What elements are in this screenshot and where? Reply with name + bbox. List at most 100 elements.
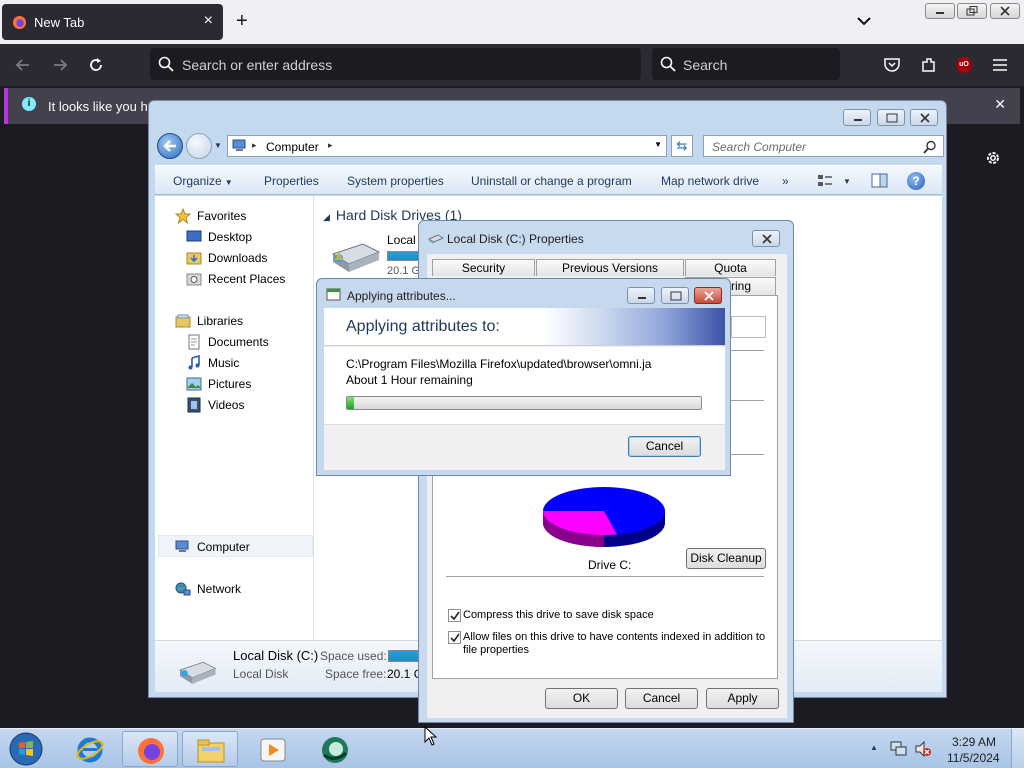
- chevron-down-icon: ▼: [224, 178, 233, 187]
- cancel-button[interactable]: Cancel: [625, 688, 698, 709]
- drive-label-input[interactable]: [731, 316, 766, 338]
- app-icon: [322, 737, 348, 763]
- extensions-icon[interactable]: [920, 56, 938, 74]
- recent-pages-dropdown-icon[interactable]: ▼: [214, 141, 222, 150]
- forward-icon[interactable]: [51, 56, 69, 74]
- minimize-icon: [638, 297, 647, 299]
- applying-minimize-button[interactable]: [627, 287, 656, 304]
- firefox-icon: [138, 738, 164, 764]
- refresh-button[interactable]: ⇆: [671, 135, 693, 157]
- view-options-dropdown-icon[interactable]: ▼: [843, 177, 851, 186]
- restore-button[interactable]: [957, 3, 987, 19]
- system-properties-command[interactable]: System properties: [347, 174, 444, 188]
- applying-body: Applying attributes to: C:\Program Files…: [324, 308, 725, 470]
- taskbar-firefox[interactable]: [122, 731, 178, 767]
- applying-close-button[interactable]: [694, 287, 722, 304]
- applying-maximize-button[interactable]: [660, 287, 689, 304]
- search-bar[interactable]: Search: [652, 48, 840, 80]
- show-desktop-button[interactable]: [1011, 729, 1024, 768]
- help-icon[interactable]: ?: [907, 172, 925, 190]
- explorer-address-bar[interactable]: ▸ Computer ▸ ▼: [227, 135, 667, 157]
- explorer-search-input[interactable]: Search Computer: [703, 135, 944, 157]
- hard-drive-icon: [179, 661, 217, 684]
- restore-icon: [966, 6, 978, 16]
- disk-usage-pie-chart: [542, 487, 665, 547]
- address-bar[interactable]: Search or enter address: [150, 48, 641, 80]
- clock-date[interactable]: 11/5/2024: [947, 751, 1000, 765]
- drive-label: Drive C:: [588, 558, 632, 572]
- explorer-close-button[interactable]: [910, 109, 938, 126]
- map-network-drive-command[interactable]: Map network drive: [661, 174, 759, 188]
- media-player-icon: [260, 738, 286, 762]
- computer-icon: [232, 139, 246, 151]
- checkmark-icon: [450, 611, 460, 621]
- restore-icon: [886, 113, 898, 123]
- tab-previous-versions[interactable]: Previous Versions: [536, 259, 684, 276]
- folder-icon: [197, 739, 225, 763]
- tab-quota[interactable]: Quota: [685, 259, 776, 276]
- details-drive-name: Local Disk (C:): [233, 648, 319, 663]
- reload-icon[interactable]: [87, 56, 105, 74]
- clock-time[interactable]: 3:29 AM: [952, 735, 996, 749]
- settings-gear-icon[interactable]: [984, 149, 1002, 167]
- taskbar-explorer[interactable]: [182, 731, 238, 767]
- search-icon: [923, 140, 936, 154]
- minimize-button[interactable]: [925, 3, 955, 19]
- downloads-folder-icon: [186, 252, 202, 265]
- taskbar-media-player[interactable]: [245, 731, 301, 767]
- preview-pane-icon[interactable]: [871, 173, 889, 189]
- drive-name[interactable]: Local: [387, 233, 416, 247]
- apply-button[interactable]: Apply: [706, 688, 779, 709]
- maximize-icon: [670, 291, 682, 301]
- properties-title: Local Disk (C:) Properties: [447, 232, 584, 246]
- info-icon: i: [22, 97, 36, 111]
- organize-menu[interactable]: Organize ▼: [173, 174, 233, 188]
- cancel-apply-button[interactable]: Cancel: [628, 436, 701, 457]
- tab-close-icon[interactable]: ×: [204, 12, 213, 30]
- more-commands-chevron[interactable]: »: [782, 174, 789, 188]
- hard-drive-icon[interactable]: [329, 232, 381, 276]
- index-label: Allow files on this drive to have conten…: [463, 631, 766, 656]
- close-window-button[interactable]: [990, 3, 1020, 19]
- volume-muted-icon[interactable]: [914, 741, 932, 757]
- list-all-tabs-icon[interactable]: [855, 12, 873, 30]
- menu-icon[interactable]: [991, 56, 1009, 74]
- compress-checkbox[interactable]: [448, 609, 461, 622]
- show-hidden-icons-icon[interactable]: ▲: [870, 743, 878, 752]
- breadcrumb-computer[interactable]: Computer: [266, 140, 319, 154]
- index-checkbox[interactable]: [448, 631, 461, 644]
- properties-command[interactable]: Properties: [264, 174, 319, 188]
- divider: [446, 576, 764, 577]
- ok-button[interactable]: OK: [545, 688, 618, 709]
- disk-cleanup-button[interactable]: Disk Cleanup: [686, 548, 766, 569]
- applying-caption-buttons: [625, 287, 722, 307]
- explorer-minimize-button[interactable]: [843, 109, 872, 126]
- space-used-label: Space used:: [320, 649, 387, 663]
- notification-close-icon[interactable]: ✕: [994, 96, 1006, 113]
- taskbar-ie[interactable]: [62, 731, 118, 767]
- explorer-back-button[interactable]: [157, 133, 183, 159]
- address-dropdown-icon[interactable]: ▼: [654, 140, 662, 149]
- start-orb-icon[interactable]: [7, 731, 45, 767]
- explorer-forward-button[interactable]: [186, 133, 212, 159]
- tab-new-tab[interactable]: New Tab ×: [2, 4, 223, 40]
- ublock-icon[interactable]: uO: [956, 57, 972, 73]
- breadcrumb-arrow-icon[interactable]: ▸: [328, 140, 333, 151]
- pocket-icon[interactable]: [883, 56, 901, 74]
- tab-security[interactable]: Security: [432, 259, 535, 276]
- documents-icon: [188, 334, 200, 350]
- explorer-maximize-button[interactable]: [876, 109, 905, 126]
- change-view-icon[interactable]: [817, 173, 833, 189]
- applying-attributes-dialog: Applying attributes... Applying attribut…: [316, 278, 731, 476]
- breadcrumb-arrow-icon[interactable]: ▸: [252, 140, 257, 151]
- back-icon[interactable]: [14, 56, 32, 74]
- taskbar: ▲ 3:29 AM 11/5/2024: [0, 728, 1024, 768]
- collapse-triangle-icon[interactable]: ◢: [323, 212, 330, 222]
- new-tab-button[interactable]: +: [236, 10, 248, 32]
- taskbar-app[interactable]: [307, 731, 363, 767]
- sidebar-item-label: Pictures: [208, 377, 252, 391]
- uninstall-program-command[interactable]: Uninstall or change a program: [471, 174, 632, 188]
- network-tray-icon[interactable]: [890, 741, 908, 757]
- properties-close-button[interactable]: [752, 230, 780, 247]
- time-remaining: About 1 Hour remaining: [346, 373, 473, 387]
